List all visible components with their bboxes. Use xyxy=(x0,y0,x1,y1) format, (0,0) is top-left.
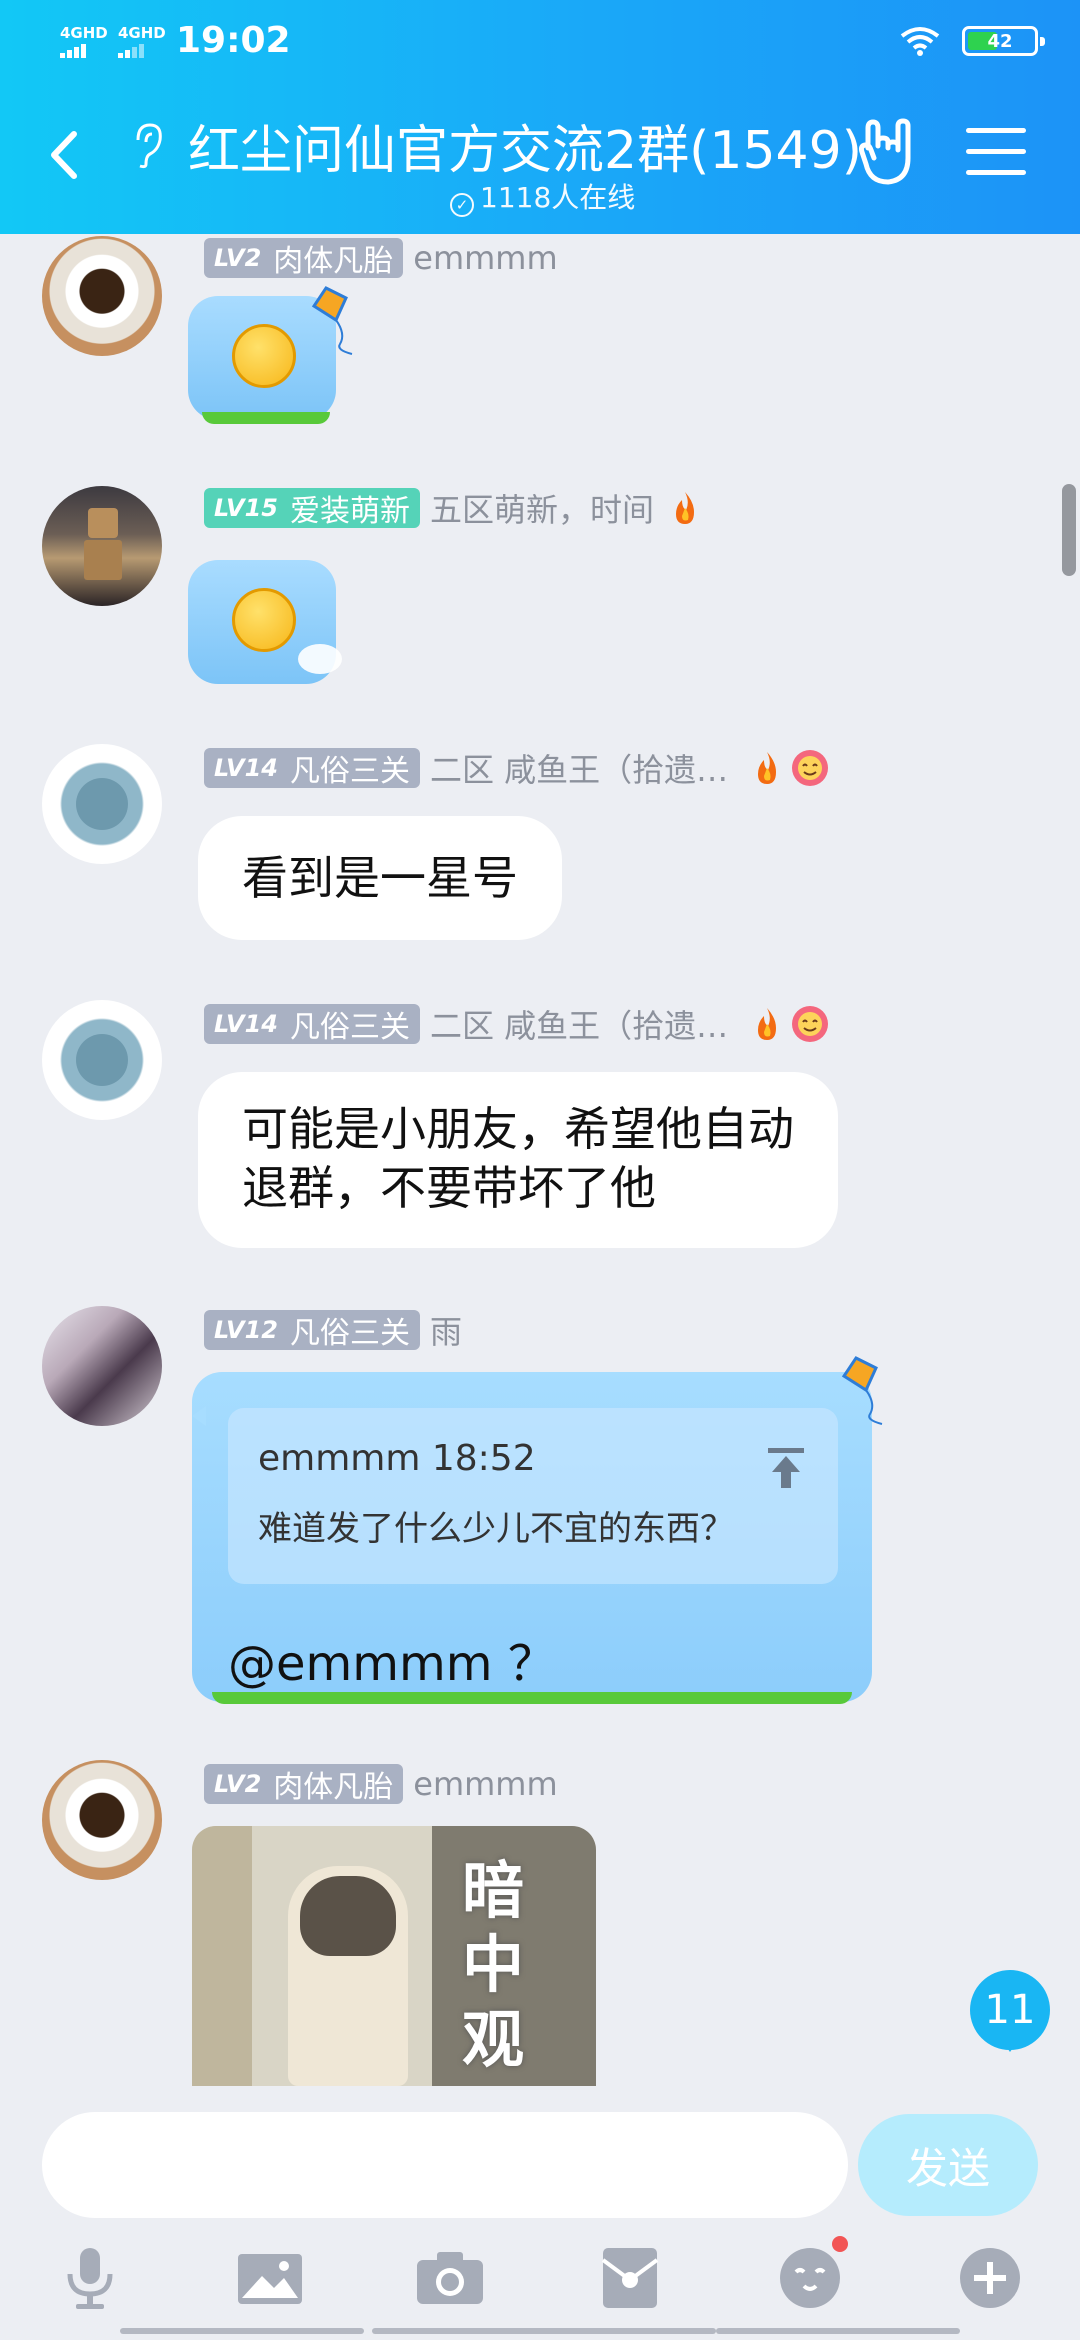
message-meta: LV14 凡俗三关 二区 咸鱼王（拾遗… xyxy=(204,1001,1080,1047)
emoji-icon[interactable] xyxy=(770,2236,850,2318)
battery-icon: 42 xyxy=(962,26,1045,56)
notification-dot xyxy=(832,2236,848,2252)
message-input[interactable] xyxy=(42,2112,848,2218)
message-meta: LV15 爱装萌新 五区萌新，时间 xyxy=(204,485,700,531)
quote-text: 难道发了什么少儿不宜的东西？ xyxy=(258,1509,734,1550)
fire-icon xyxy=(758,1008,777,1040)
check-circle-icon: ✓ xyxy=(450,193,474,217)
message-text-line-2: 退群，不要带坏了他 xyxy=(242,1160,656,1215)
fire-icon xyxy=(758,752,777,784)
ear-icon xyxy=(136,123,162,169)
signal-indicator-2: 4GHD xyxy=(118,26,166,58)
message-meta: LV2 肉体凡胎 emmmm xyxy=(204,238,558,279)
message-text-line-1: 可能是小朋友，希望他自动 xyxy=(242,1102,794,1156)
chat-title[interactable]: 红尘问仙官方交流2群(1549) xyxy=(188,108,862,183)
level-badge: LV2 肉体凡胎 xyxy=(204,238,404,279)
smiley-sticker-icon xyxy=(232,588,296,652)
scrollbar[interactable] xyxy=(1062,484,1076,576)
online-count-text: 1118人在线 xyxy=(480,181,636,214)
sticker-bubble[interactable] xyxy=(188,560,342,684)
send-button[interactable]: 发送 xyxy=(858,2114,1038,2216)
image-message[interactable]: 暗中观 xyxy=(192,1826,596,2086)
reply-bubble[interactable]: emmmm 18:52 难道发了什么少儿不宜的东西？ @emmmm ？ xyxy=(192,1372,872,1704)
message-meta: LV14 凡俗三关 二区 咸鱼王（拾遗… xyxy=(204,745,1080,791)
gesture-bar-segment xyxy=(120,2328,364,2334)
avatar[interactable] xyxy=(42,1000,162,1120)
sender-name[interactable]: 二区 咸鱼王（拾遗… xyxy=(430,745,728,791)
online-count[interactable]: ✓ 1118人在线 xyxy=(450,176,635,217)
image-caption-text: 暗中观 xyxy=(462,1854,525,2076)
kite-icon xyxy=(841,1356,883,1425)
quoted-message[interactable]: emmmm 18:52 难道发了什么少儿不宜的东西？ xyxy=(228,1408,838,1584)
rock-hand-icon[interactable] xyxy=(856,118,922,188)
flower-icon xyxy=(792,750,829,786)
jump-to-top-icon[interactable] xyxy=(766,1446,806,1490)
unread-count-badge[interactable]: 11 xyxy=(970,1970,1050,2052)
message-bubble[interactable]: 可能是小朋友，希望他自动 退群，不要带坏了他 xyxy=(198,1072,838,1248)
input-bar: 发送 xyxy=(0,2090,1080,2340)
level-badge: LV14 凡俗三关 xyxy=(204,1004,420,1045)
fire-icon xyxy=(675,492,694,524)
status-time: 19:02 xyxy=(176,20,291,61)
image-icon[interactable] xyxy=(230,2238,310,2318)
signal-indicator-1: 4GHD xyxy=(60,26,108,58)
menu-icon[interactable] xyxy=(966,128,1026,178)
smiley-sticker-icon xyxy=(232,324,296,388)
gesture-bar-segment xyxy=(716,2328,960,2334)
signal-1-label: 4GHD xyxy=(60,24,108,42)
chat-header: 4GHD 4GHD 19:02 42 红尘问仙官方交流2群(1549) ✓ 111… xyxy=(0,0,1080,234)
plus-icon[interactable] xyxy=(950,2238,1030,2318)
sender-name[interactable]: emmmm xyxy=(413,1765,557,1803)
red-packet-icon[interactable] xyxy=(590,2238,670,2318)
level-badge: LV14 凡俗三关 xyxy=(204,748,420,789)
mention-text: @emmmm ？ xyxy=(228,1636,556,1692)
sender-name[interactable]: emmmm xyxy=(413,239,557,277)
message-meta: LV12 凡俗三关 雨 xyxy=(204,1307,462,1353)
message-meta: LV2 肉体凡胎 emmmm xyxy=(204,1764,558,1805)
camera-icon[interactable] xyxy=(410,2238,490,2318)
quote-header: emmmm 18:52 xyxy=(258,1438,536,1479)
back-arrow-icon[interactable] xyxy=(40,120,90,190)
avatar[interactable] xyxy=(42,1760,162,1880)
level-badge: LV2 肉体凡胎 xyxy=(204,1764,404,1805)
gesture-bar-segment xyxy=(372,2328,716,2334)
level-badge: LV15 爱装萌新 xyxy=(204,488,420,529)
kite-icon xyxy=(311,286,353,355)
sender-name[interactable]: 雨 xyxy=(430,1307,462,1353)
avatar[interactable] xyxy=(42,486,162,606)
status-bar: 4GHD 4GHD 19:02 42 xyxy=(60,20,1045,64)
avatar[interactable] xyxy=(42,1306,162,1426)
level-badge: LV12 凡俗三关 xyxy=(204,1310,420,1351)
avatar[interactable] xyxy=(42,744,162,864)
image-caption: 暗中观 xyxy=(462,1854,524,2077)
signal-2-label: 4GHD xyxy=(118,24,166,42)
avatar[interactable] xyxy=(42,236,162,356)
sender-name[interactable]: 五区萌新，时间 xyxy=(430,485,654,531)
mic-icon[interactable] xyxy=(50,2238,130,2318)
wifi-icon xyxy=(900,27,940,56)
sender-name[interactable]: 二区 咸鱼王（拾遗… xyxy=(430,1001,728,1047)
battery-level: 42 xyxy=(987,31,1013,52)
flower-icon xyxy=(792,1006,829,1042)
message-text: 看到是一星号 xyxy=(242,850,518,905)
message-bubble[interactable]: 看到是一星号 xyxy=(198,816,562,940)
